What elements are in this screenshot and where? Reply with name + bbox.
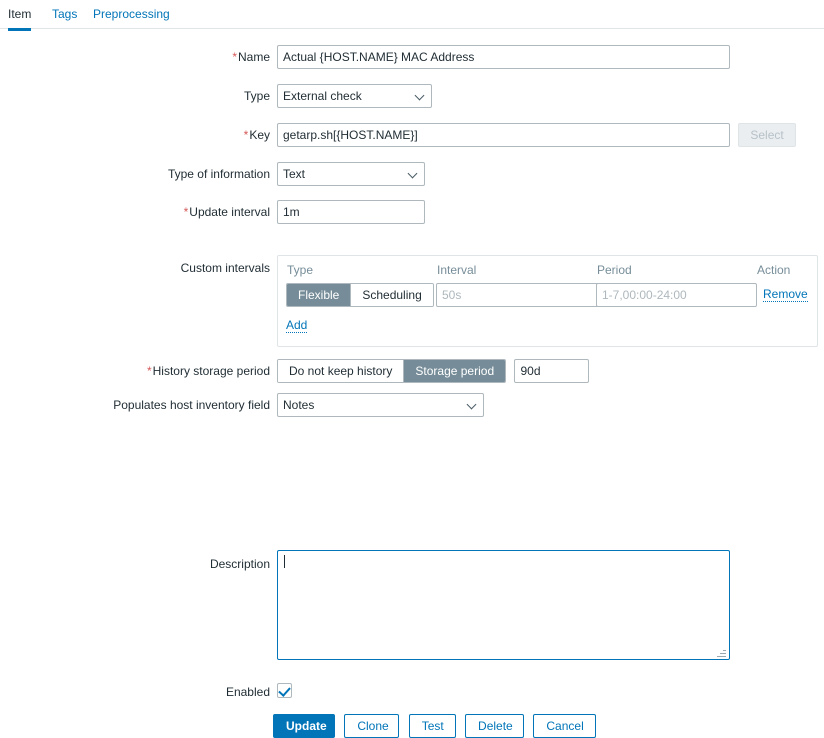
required-asterisk-name: * [232, 50, 237, 64]
required-asterisk-history: * [146, 364, 152, 378]
label-history-storage-period-text: History storage period [152, 364, 270, 378]
tab-preprocessing[interactable]: Preprocessing [93, 0, 170, 28]
label-name: *Name [0, 50, 270, 64]
history-storage-period-input[interactable] [514, 359, 590, 383]
label-name-text: Name [237, 50, 270, 64]
custom-intervals-row: Flexible Scheduling Remove [278, 283, 819, 309]
delete-button[interactable]: Delete [465, 714, 525, 738]
custom-intervals-column-period: Period [597, 263, 632, 277]
custom-intervals-panel: Type Interval Period Action Flexible Sch… [277, 255, 818, 347]
history-option-do-not-keep[interactable]: Do not keep history [278, 360, 405, 382]
required-asterisk-update-interval: * [183, 205, 189, 219]
custom-intervals-column-action: Action [757, 263, 791, 277]
label-host-inventory-field: Populates host inventory field [0, 398, 270, 412]
label-custom-intervals-text: Custom intervals [180, 261, 270, 275]
item-configuration-form: *Name Type External check *Key Select [0, 29, 824, 738]
label-enabled: Enabled [0, 685, 270, 699]
label-update-interval-text: Update interval [189, 205, 270, 219]
row-update-interval: *Update interval [0, 166, 824, 224]
interval-type-segmented-control: Flexible Scheduling [286, 283, 434, 307]
row-key: *Key Select [0, 98, 824, 147]
host-inventory-field-select[interactable]: Notes [277, 393, 484, 417]
check-icon [278, 684, 291, 697]
label-custom-intervals: Custom intervals [0, 261, 270, 275]
tab-bar: Item Tags Preprocessing [0, 0, 824, 31]
row-type: Type External check [0, 63, 824, 108]
update-interval-input[interactable] [277, 200, 425, 224]
tab-item[interactable]: Item [8, 0, 32, 31]
tab-tags[interactable]: Tags [52, 0, 77, 28]
label-history-storage-period: *History storage period [0, 364, 270, 378]
history-storage-period-segmented-control: Do not keep history Storage period [277, 359, 507, 383]
interval-type-option-flexible[interactable]: Flexible [287, 284, 352, 306]
label-enabled-text: Enabled [225, 685, 270, 699]
interval-type-option-scheduling[interactable]: Scheduling [351, 284, 433, 306]
cancel-button[interactable]: Cancel [533, 714, 597, 738]
row-name: *Name [0, 29, 824, 69]
label-host-inventory-field-text: Populates host inventory field [113, 398, 270, 412]
test-button[interactable]: Test [408, 714, 456, 738]
add-interval-link[interactable]: Add [286, 318, 308, 333]
label-description-text: Description [209, 557, 270, 571]
description-textarea[interactable] [277, 550, 730, 660]
update-button[interactable]: Update [273, 714, 335, 738]
label-description: Description [0, 557, 270, 571]
interval-period-input[interactable] [596, 283, 757, 307]
label-update-interval: *Update interval [0, 205, 270, 219]
custom-intervals-column-type: Type [287, 263, 314, 277]
remove-interval-link[interactable]: Remove [763, 287, 808, 302]
host-inventory-field-select-wrap: Notes [277, 393, 484, 417]
history-option-storage-period[interactable]: Storage period [404, 360, 506, 382]
custom-intervals-column-interval: Interval [437, 263, 477, 277]
enabled-checkbox[interactable] [277, 683, 292, 698]
row-type-of-information: Type of information Text [0, 132, 824, 186]
clone-button[interactable]: Clone [344, 714, 400, 738]
